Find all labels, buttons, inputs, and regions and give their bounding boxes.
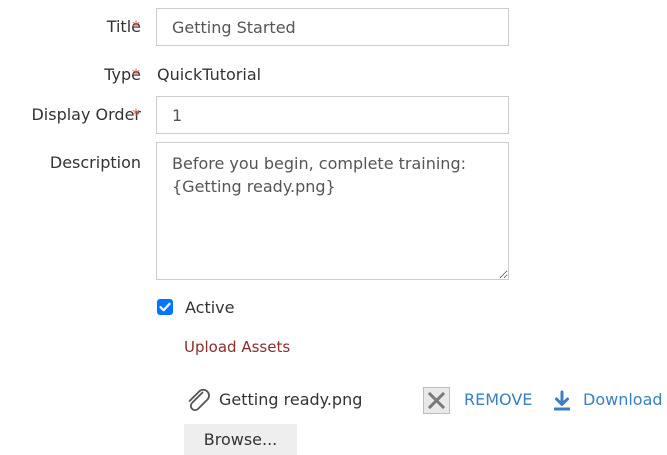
browse-button[interactable]: Browse... [184, 424, 297, 455]
active-label: Active [185, 298, 235, 317]
display-order-label: Display Order [31, 105, 141, 124]
paperclip-icon [184, 386, 212, 414]
title-required-mark: * [132, 17, 140, 36]
download-icon[interactable] [553, 390, 571, 412]
remove-link[interactable]: REMOVE [464, 390, 532, 410]
display-order-required-mark: * [132, 105, 140, 124]
type-value: QuickTutorial [157, 65, 262, 84]
download-link[interactable]: Download [583, 390, 663, 410]
checkmark-icon [159, 302, 171, 312]
remove-file-button[interactable] [423, 387, 450, 414]
title-input[interactable] [156, 8, 509, 46]
description-label: Description [49, 153, 141, 172]
close-icon [427, 391, 446, 410]
upload-assets-heading: Upload Assets [184, 338, 291, 356]
description-textarea[interactable]: Before you begin, complete training: {Ge… [156, 142, 509, 280]
display-order-input[interactable] [156, 96, 509, 134]
active-checkbox[interactable] [157, 299, 173, 315]
file-name: Getting ready.png [219, 390, 363, 409]
type-required-mark: * [132, 65, 140, 84]
